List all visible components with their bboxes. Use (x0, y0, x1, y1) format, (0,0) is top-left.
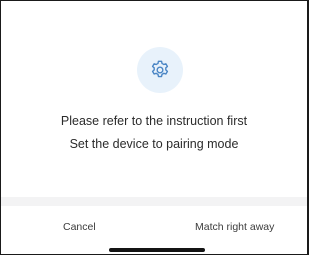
match-right-away-button[interactable]: Match right away (195, 221, 274, 233)
pairing-dialog: Please refer to the instruction first Se… (0, 0, 309, 255)
instruction-message: Please refer to the instruction first (60, 114, 248, 128)
button-divider (1, 197, 307, 206)
settings-icon-badge (137, 47, 183, 93)
pairing-mode-message: Set the device to pairing mode (69, 137, 239, 151)
cancel-button[interactable]: Cancel (63, 221, 96, 233)
gear-icon (149, 59, 171, 81)
home-indicator (109, 248, 205, 252)
